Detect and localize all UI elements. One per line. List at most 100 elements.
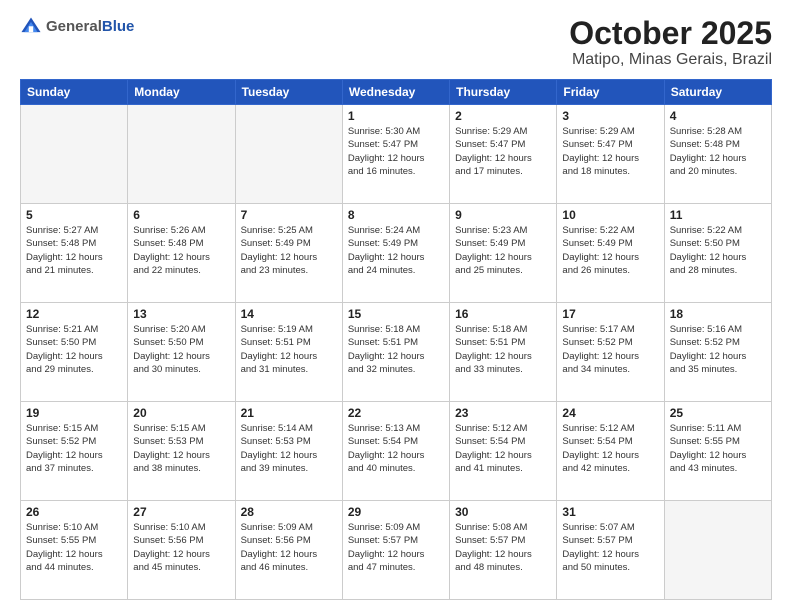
day-number: 22 xyxy=(348,406,444,420)
day-info: Sunrise: 5:15 AMSunset: 5:53 PMDaylight:… xyxy=(133,422,229,475)
day-number: 19 xyxy=(26,406,122,420)
day-info: Sunrise: 5:28 AMSunset: 5:48 PMDaylight:… xyxy=(670,125,766,178)
day-number: 20 xyxy=(133,406,229,420)
header-wednesday: Wednesday xyxy=(342,80,449,105)
day-info: Sunrise: 5:17 AMSunset: 5:52 PMDaylight:… xyxy=(562,323,658,376)
day-info: Sunrise: 5:21 AMSunset: 5:50 PMDaylight:… xyxy=(26,323,122,376)
day-info: Sunrise: 5:19 AMSunset: 5:51 PMDaylight:… xyxy=(241,323,337,376)
day-info: Sunrise: 5:14 AMSunset: 5:53 PMDaylight:… xyxy=(241,422,337,475)
day-info: Sunrise: 5:08 AMSunset: 5:57 PMDaylight:… xyxy=(455,521,551,574)
day-number: 23 xyxy=(455,406,551,420)
day-number: 24 xyxy=(562,406,658,420)
day-info: Sunrise: 5:18 AMSunset: 5:51 PMDaylight:… xyxy=(348,323,444,376)
day-number: 8 xyxy=(348,208,444,222)
day-number: 29 xyxy=(348,505,444,519)
day-number: 10 xyxy=(562,208,658,222)
table-row: 2 Sunrise: 5:29 AMSunset: 5:47 PMDaylight… xyxy=(450,105,557,204)
day-info: Sunrise: 5:10 AMSunset: 5:55 PMDaylight:… xyxy=(26,521,122,574)
table-row: 24 Sunrise: 5:12 AMSunset: 5:54 PMDayligh… xyxy=(557,402,664,501)
day-number: 28 xyxy=(241,505,337,519)
day-number: 4 xyxy=(670,109,766,123)
day-number: 18 xyxy=(670,307,766,321)
header-sunday: Sunday xyxy=(21,80,128,105)
day-number: 3 xyxy=(562,109,658,123)
header-thursday: Thursday xyxy=(450,80,557,105)
day-number: 14 xyxy=(241,307,337,321)
day-info: Sunrise: 5:30 AMSunset: 5:47 PMDaylight:… xyxy=(348,125,444,178)
day-number: 7 xyxy=(241,208,337,222)
table-row xyxy=(664,501,771,600)
header-friday: Friday xyxy=(557,80,664,105)
calendar-week-row: 19 Sunrise: 5:15 AMSunset: 5:52 PMDayligh… xyxy=(21,402,772,501)
table-row: 28 Sunrise: 5:09 AMSunset: 5:56 PMDayligh… xyxy=(235,501,342,600)
table-row xyxy=(128,105,235,204)
day-number: 26 xyxy=(26,505,122,519)
table-row: 26 Sunrise: 5:10 AMSunset: 5:55 PMDayligh… xyxy=(21,501,128,600)
day-info: Sunrise: 5:23 AMSunset: 5:49 PMDaylight:… xyxy=(455,224,551,277)
header-saturday: Saturday xyxy=(664,80,771,105)
table-row xyxy=(235,105,342,204)
day-number: 13 xyxy=(133,307,229,321)
logo-general: General xyxy=(46,18,102,35)
day-info: Sunrise: 5:09 AMSunset: 5:57 PMDaylight:… xyxy=(348,521,444,574)
calendar-week-row: 5Sunrise: 5:27 AMSunset: 5:48 PMDaylight… xyxy=(21,204,772,303)
table-row: 31Sunrise: 5:07 AMSunset: 5:57 PMDayligh… xyxy=(557,501,664,600)
table-row: 11Sunrise: 5:22 AMSunset: 5:50 PMDayligh… xyxy=(664,204,771,303)
table-row: 23 Sunrise: 5:12 AMSunset: 5:54 PMDayligh… xyxy=(450,402,557,501)
day-info: Sunrise: 5:18 AMSunset: 5:51 PMDaylight:… xyxy=(455,323,551,376)
day-info: Sunrise: 5:26 AMSunset: 5:48 PMDaylight:… xyxy=(133,224,229,277)
day-info: Sunrise: 5:27 AMSunset: 5:48 PMDaylight:… xyxy=(26,224,122,277)
day-number: 12 xyxy=(26,307,122,321)
table-row: 4 Sunrise: 5:28 AMSunset: 5:48 PMDaylight… xyxy=(664,105,771,204)
calendar-header-row: Sunday Monday Tuesday Wednesday Thursday… xyxy=(21,80,772,105)
table-row: 1 Sunrise: 5:30 AMSunset: 5:47 PMDaylight… xyxy=(342,105,449,204)
table-row: 5Sunrise: 5:27 AMSunset: 5:48 PMDaylight… xyxy=(21,204,128,303)
day-info: Sunrise: 5:12 AMSunset: 5:54 PMDaylight:… xyxy=(455,422,551,475)
header: GeneralBlue October 2025 Matipo, Minas G… xyxy=(20,16,772,69)
day-number: 1 xyxy=(348,109,444,123)
table-row: 27 Sunrise: 5:10 AMSunset: 5:56 PMDayligh… xyxy=(128,501,235,600)
table-row: 8Sunrise: 5:24 AMSunset: 5:49 PMDaylight… xyxy=(342,204,449,303)
day-number: 21 xyxy=(241,406,337,420)
day-info: Sunrise: 5:22 AMSunset: 5:50 PMDaylight:… xyxy=(670,224,766,277)
logo-blue: Blue xyxy=(102,18,135,35)
day-number: 30 xyxy=(455,505,551,519)
day-info: Sunrise: 5:29 AMSunset: 5:47 PMDaylight:… xyxy=(562,125,658,178)
table-row: 20 Sunrise: 5:15 AMSunset: 5:53 PMDayligh… xyxy=(128,402,235,501)
calendar-week-row: 1 Sunrise: 5:30 AMSunset: 5:47 PMDaylight… xyxy=(21,105,772,204)
day-number: 2 xyxy=(455,109,551,123)
calendar-title: October 2025 xyxy=(569,16,772,51)
day-info: Sunrise: 5:29 AMSunset: 5:47 PMDaylight:… xyxy=(455,125,551,178)
calendar-subtitle: Matipo, Minas Gerais, Brazil xyxy=(569,51,772,69)
day-number: 27 xyxy=(133,505,229,519)
page: GeneralBlue October 2025 Matipo, Minas G… xyxy=(0,0,792,612)
table-row: 22Sunrise: 5:13 AMSunset: 5:54 PMDayligh… xyxy=(342,402,449,501)
day-number: 9 xyxy=(455,208,551,222)
table-row: 9 Sunrise: 5:23 AMSunset: 5:49 PMDaylight… xyxy=(450,204,557,303)
day-info: Sunrise: 5:11 AMSunset: 5:55 PMDaylight:… xyxy=(670,422,766,475)
day-info: Sunrise: 5:12 AMSunset: 5:54 PMDaylight:… xyxy=(562,422,658,475)
day-info: Sunrise: 5:16 AMSunset: 5:52 PMDaylight:… xyxy=(670,323,766,376)
table-row: 12 Sunrise: 5:21 AMSunset: 5:50 PMDayligh… xyxy=(21,303,128,402)
logo-icon xyxy=(20,16,42,38)
day-info: Sunrise: 5:25 AMSunset: 5:49 PMDaylight:… xyxy=(241,224,337,277)
table-row: 16Sunrise: 5:18 AMSunset: 5:51 PMDayligh… xyxy=(450,303,557,402)
day-info: Sunrise: 5:10 AMSunset: 5:56 PMDaylight:… xyxy=(133,521,229,574)
day-info: Sunrise: 5:09 AMSunset: 5:56 PMDaylight:… xyxy=(241,521,337,574)
table-row: 19 Sunrise: 5:15 AMSunset: 5:52 PMDayligh… xyxy=(21,402,128,501)
header-tuesday: Tuesday xyxy=(235,80,342,105)
table-row: 30 Sunrise: 5:08 AMSunset: 5:57 PMDayligh… xyxy=(450,501,557,600)
logo: GeneralBlue xyxy=(20,16,134,38)
table-row: 14 Sunrise: 5:19 AMSunset: 5:51 PMDayligh… xyxy=(235,303,342,402)
day-number: 6 xyxy=(133,208,229,222)
table-row: 10 Sunrise: 5:22 AMSunset: 5:49 PMDayligh… xyxy=(557,204,664,303)
day-info: Sunrise: 5:22 AMSunset: 5:49 PMDaylight:… xyxy=(562,224,658,277)
table-row: 18 Sunrise: 5:16 AMSunset: 5:52 PMDayligh… xyxy=(664,303,771,402)
title-block: October 2025 Matipo, Minas Gerais, Brazi… xyxy=(569,16,772,69)
header-monday: Monday xyxy=(128,80,235,105)
day-number: 31 xyxy=(562,505,658,519)
calendar-week-row: 26 Sunrise: 5:10 AMSunset: 5:55 PMDayligh… xyxy=(21,501,772,600)
table-row: 25Sunrise: 5:11 AMSunset: 5:55 PMDayligh… xyxy=(664,402,771,501)
day-info: Sunrise: 5:15 AMSunset: 5:52 PMDaylight:… xyxy=(26,422,122,475)
table-row: 17Sunrise: 5:17 AMSunset: 5:52 PMDayligh… xyxy=(557,303,664,402)
